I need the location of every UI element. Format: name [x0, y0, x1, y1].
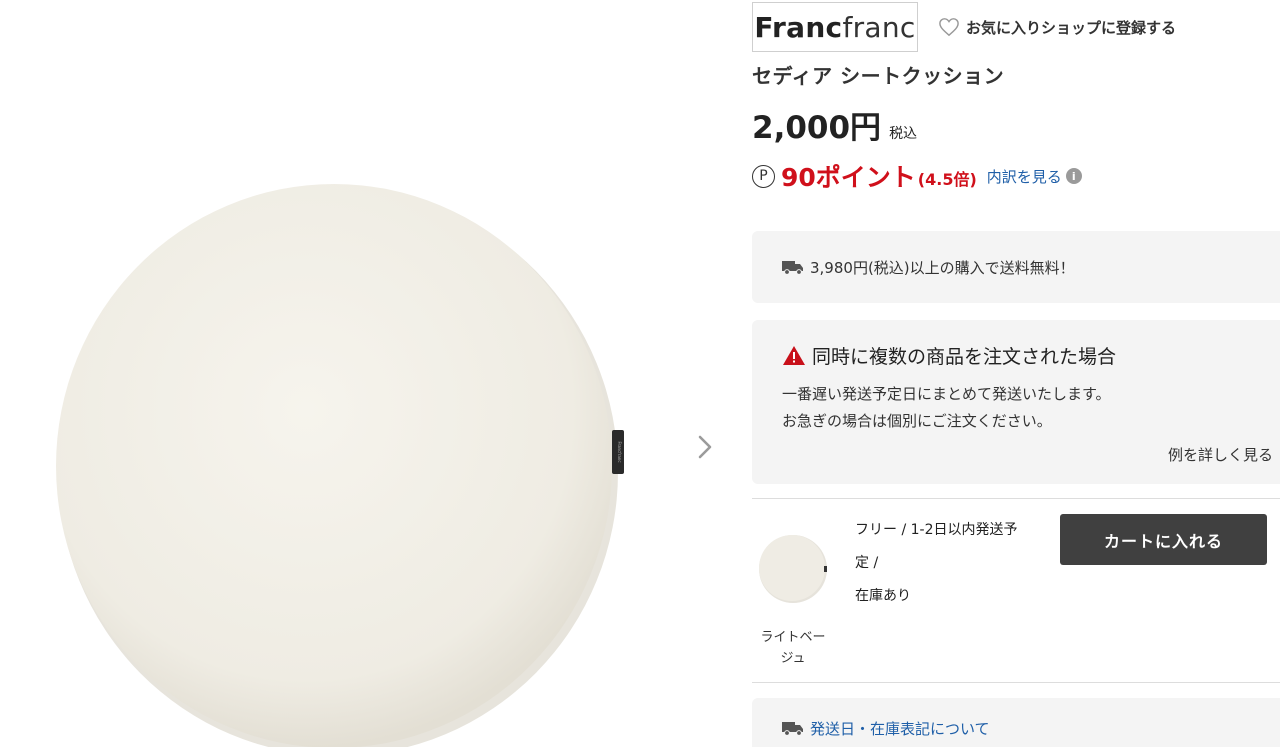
product-image: Francfranc — [50, 172, 630, 747]
free-shipping-box: 3,980円(税込)以上の購入で送料無料！ — [752, 231, 1280, 303]
notice-line-2: お急ぎの場合は個別にご注文ください。 — [782, 412, 1052, 430]
truck-icon — [782, 722, 803, 736]
points-row: P 90ポイント (4.5倍) 内訳を見る i — [752, 158, 1082, 194]
brand-logo-bold: Franc — [754, 10, 843, 44]
brand-logo-light: franc — [842, 10, 916, 44]
free-shipping-text: 3,980円(税込)以上の購入で送料無料！ — [810, 258, 1075, 277]
variant-color-line1: ライトベー — [760, 630, 826, 645]
multi-order-notice: 同時に複数の商品を注文された場合 一番遅い発送予定日にまとめて発送いたします。 … — [752, 320, 1280, 484]
variant-thumbnail[interactable] — [758, 534, 828, 604]
price-row: 2,000円 税込 — [752, 102, 917, 147]
warning-icon — [783, 346, 805, 365]
points-breakdown-link[interactable]: 内訳を見る — [987, 166, 1062, 187]
product-title: セディア シートクッション — [752, 64, 1005, 88]
favorite-shop-label: お気に入りショップに登録する — [966, 18, 1177, 37]
add-to-cart-button[interactable]: カートに入れる — [1060, 514, 1267, 565]
product-image-gallery: Francfranc — [0, 0, 740, 747]
truck-icon — [782, 261, 803, 275]
product-price: 2,000円 — [752, 110, 882, 146]
variant-row: ライトベー ジュ フリー / 1-2日以内発送予 定 / 在庫あり カートに入れ… — [752, 500, 1280, 682]
chevron-right-icon — [698, 435, 712, 459]
stock-info: フリー / 1-2日以内発送予 定 / 在庫あり — [855, 514, 1045, 613]
variant-color-line2: ジュ — [780, 651, 806, 666]
info-icon[interactable]: i — [1065, 168, 1082, 184]
next-image-button[interactable] — [690, 430, 720, 464]
variant-thumbnail-image — [759, 535, 827, 603]
stock-line-2: 定 / — [855, 555, 879, 571]
brand-row: Franc franc お気に入りショップに登録する — [752, 2, 1176, 52]
divider — [752, 682, 1280, 683]
stock-line-1: フリー / 1-2日以内発送予 — [855, 522, 1018, 538]
delivery-info-box: 発送日・在庫表記について — [752, 698, 1280, 747]
notice-title: 同時に複数の商品を注文された場合 — [812, 346, 1117, 368]
points-amount: 90ポイント — [781, 163, 916, 192]
point-icon: P — [752, 164, 775, 188]
notice-details-link[interactable]: 例を詳しく見る — [1168, 444, 1273, 465]
brand-tag-text: Francfranc — [617, 441, 622, 462]
heart-outline-icon — [939, 18, 959, 37]
delivery-info-link[interactable]: 発送日・在庫表記について — [810, 718, 990, 739]
product-info-panel: Franc franc お気に入りショップに登録する セディア シートクッション … — [752, 0, 1280, 747]
variant-color-label: ライトベー ジュ — [752, 627, 834, 669]
notice-line-1: 一番遅い発送予定日にまとめて発送いたします。 — [782, 385, 1111, 403]
divider — [752, 498, 1280, 499]
stock-status: 在庫あり — [855, 588, 911, 604]
favorite-shop-button[interactable]: お気に入りショップに登録する — [938, 17, 1176, 38]
tax-label: 税込 — [889, 126, 918, 142]
points-multiplier: (4.5倍) — [917, 170, 977, 189]
brand-logo[interactable]: Franc franc — [752, 2, 918, 52]
